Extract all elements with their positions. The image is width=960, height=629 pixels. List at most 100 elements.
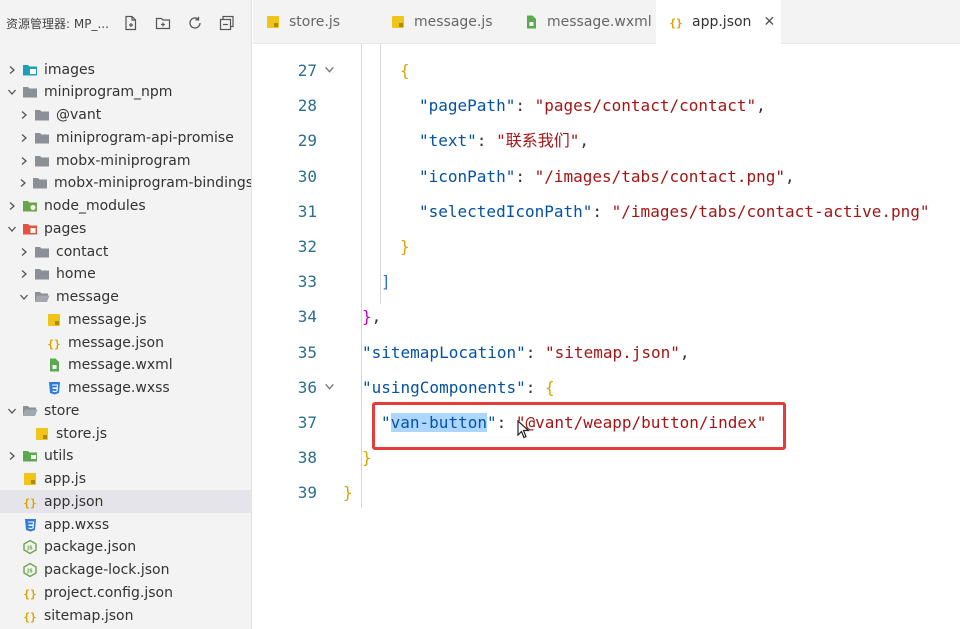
close-tab-icon[interactable]: ✕ <box>763 14 775 30</box>
chevron-right-icon[interactable] <box>6 450 18 462</box>
code-line: 28 "pagePath": "pages/contact/contact", <box>253 91 960 121</box>
chevron-right-icon[interactable] <box>6 200 18 212</box>
svg-text:{}: {} <box>23 587 36 600</box>
tree-item-message[interactable]: message <box>0 286 251 309</box>
code-token: : <box>515 166 535 186</box>
refresh-icon[interactable] <box>186 14 204 32</box>
tree-item-pages[interactable]: pages <box>0 217 251 240</box>
code-line: 27 { <box>253 56 960 86</box>
explorer-sidebar: 资源管理器: MP_... images miniprogram_npm @vant… <box>0 0 252 629</box>
json-icon: {} <box>22 608 38 624</box>
chevron-down-icon[interactable] <box>6 86 18 98</box>
chevron-right-icon[interactable] <box>18 246 30 258</box>
tree-item-store-js[interactable]: store.js <box>0 422 251 445</box>
tree-item-label: miniprogram_npm <box>44 84 173 101</box>
tree-item-node-modules[interactable]: node_modules <box>0 195 251 218</box>
folder-node-icon <box>22 198 38 214</box>
code-token: "/images/tabs/contact-active.png" <box>611 201 930 221</box>
json-icon: {} <box>46 335 62 351</box>
tab-app-json[interactable]: {} app.json ✕ <box>656 0 781 44</box>
tree-item-project-config-json[interactable]: {} project.config.json <box>0 581 251 604</box>
tab-store-js[interactable]: store.js <box>253 0 378 44</box>
tree-item-contact[interactable]: contact <box>0 240 251 263</box>
new-folder-icon[interactable] <box>154 14 172 32</box>
tree-item-message-json[interactable]: {} message.json <box>0 331 251 354</box>
tree-item-message-js[interactable]: message.js <box>0 308 251 331</box>
chevron-right-icon[interactable] <box>18 109 30 121</box>
json-icon: {} <box>22 585 38 601</box>
svg-text:{}: {} <box>23 610 36 623</box>
code-line: 33] <box>253 267 960 297</box>
tree-item-mobx-miniprogram[interactable]: mobx-miniprogram <box>0 149 251 172</box>
tree-item-images[interactable]: images <box>0 58 251 81</box>
code-editor[interactable]: 27 { 28 "pagePath": "pages/contact/contact"… <box>253 44 960 629</box>
tree-item-vant[interactable]: @vant <box>0 104 251 127</box>
js-icon <box>22 471 38 487</box>
code-text: "selectedIconPath": "/images/tabs/contac… <box>419 197 930 227</box>
code-token: "/images/tabs/contact.png" <box>534 166 786 186</box>
chevron-right-icon[interactable] <box>6 64 18 76</box>
js-icon <box>390 14 406 30</box>
code-token: "selectedIconPath" <box>419 201 593 221</box>
tree-item-mobx-miniprogram-bindings[interactable]: mobx-miniprogram-bindings <box>0 172 252 195</box>
code-token: { <box>400 61 410 80</box>
tree-item-sitemap-json[interactable]: {} sitemap.json <box>0 604 251 627</box>
js-icon <box>265 14 281 30</box>
code-token: , <box>679 342 690 362</box>
npm-icon: JS <box>22 562 38 578</box>
new-file-icon[interactable] <box>122 14 140 32</box>
fold-chevron-icon[interactable] <box>324 56 336 86</box>
collapse-all-icon[interactable] <box>218 14 236 32</box>
tree-item-utils[interactable]: utils <box>0 445 251 468</box>
code-line: 38} <box>253 443 960 473</box>
chevron-down-icon[interactable] <box>6 223 18 235</box>
tree-item-miniprogram-api-promise[interactable]: miniprogram-api-promise <box>0 126 251 149</box>
tree-item-label: message.js <box>68 311 147 328</box>
code-line: 30 "iconPath": "/images/tabs/contact.png"… <box>253 162 960 192</box>
code-token: } <box>343 483 353 503</box>
code-line: 32} <box>253 232 960 262</box>
tree-item-label: mobx-miniprogram-bindings <box>54 175 252 192</box>
folder-icon <box>34 130 50 146</box>
chevron-right-icon[interactable] <box>18 177 28 189</box>
chevron-down-icon[interactable] <box>18 291 30 303</box>
tree-item-package-json[interactable]: JS package.json <box>0 536 251 559</box>
code-token: "联系我们" <box>496 131 580 151</box>
code-token: "sitemap.json" <box>545 342 680 362</box>
tab-message-js[interactable]: message.js <box>378 0 511 44</box>
tree-item-home[interactable]: home <box>0 263 251 286</box>
tree-item-message-wxss[interactable]: message.wxss <box>0 377 251 400</box>
json-icon: {} <box>668 14 684 30</box>
tab-message-wxml[interactable]: message.wxml <box>511 0 656 44</box>
chevron-right-icon[interactable] <box>18 268 30 280</box>
folder-pages-icon <box>22 221 38 237</box>
tree-item-label: miniprogram-api-promise <box>56 129 234 146</box>
code-line: 36 "usingComponents": { <box>253 373 960 403</box>
tree-item-app-wxss[interactable]: app.wxss <box>0 513 251 536</box>
npm-icon: JS <box>22 539 38 555</box>
tree-item-label: images <box>44 61 95 78</box>
tree-item-miniprogram-npm[interactable]: miniprogram_npm <box>0 81 251 104</box>
code-text: "usingComponents": { <box>362 373 555 403</box>
tree-item-label: @vant <box>56 107 102 123</box>
code-token: } <box>362 307 372 327</box>
tree-item-package-lock-json[interactable]: JS package-lock.json <box>0 559 251 582</box>
fold-chevron-icon[interactable] <box>324 373 336 403</box>
code-token: : <box>515 96 535 116</box>
tree-item-label: contact <box>56 243 109 260</box>
code-token: " <box>381 413 391 432</box>
tree-item-store[interactable]: store <box>0 399 251 422</box>
tree-item-app-js[interactable]: app.js <box>0 468 251 491</box>
code-token: { <box>545 377 555 397</box>
tree-item-app-json[interactable]: {} app.json <box>0 490 251 514</box>
chevron-down-icon[interactable] <box>6 405 18 417</box>
chevron-right-icon[interactable] <box>18 155 30 167</box>
chevron-right-icon[interactable] <box>18 132 30 144</box>
svg-text:{}: {} <box>669 17 682 30</box>
tree-item-label: utils <box>44 448 74 465</box>
code-line: 29 "text": "联系我们", <box>253 126 960 156</box>
line-number: 32 <box>297 237 317 256</box>
tree-item-message-wxml[interactable]: message.wxml <box>0 354 251 377</box>
line-number: 31 <box>297 201 317 221</box>
code-text: }, <box>362 302 381 332</box>
